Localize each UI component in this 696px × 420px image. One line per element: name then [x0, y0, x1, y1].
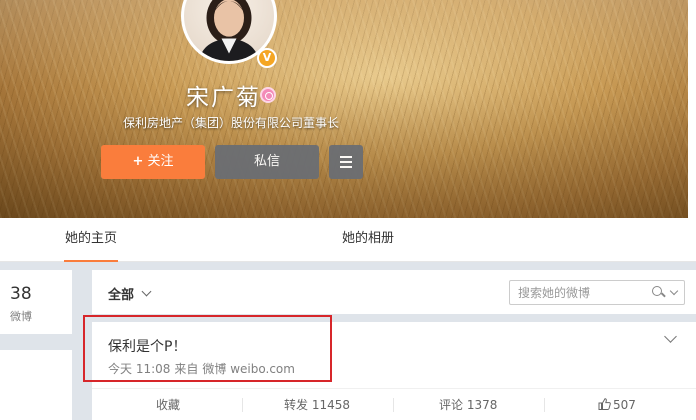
follow-button[interactable]: + 关注: [101, 145, 205, 179]
feed-filter-bar: 全部: [92, 270, 696, 314]
female-gender-icon: [260, 87, 276, 103]
tab-album[interactable]: 她的相册: [342, 218, 394, 262]
action-divider: [544, 398, 545, 412]
favorite-button[interactable]: 收藏: [156, 389, 180, 420]
hamburger-icon: [340, 156, 352, 168]
left-sidebar-card: [0, 350, 72, 420]
post-time[interactable]: 今天 11:08: [108, 362, 170, 376]
chevron-down-icon[interactable]: [141, 286, 152, 297]
profile-tabbar: 她的主页 她的相册: [0, 218, 696, 262]
profile-name: 宋广菊: [186, 85, 261, 111]
plus-icon: +: [132, 154, 144, 169]
weibo-count-label: 微博: [10, 310, 32, 323]
action-divider: [393, 398, 394, 412]
filter-all-dropdown[interactable]: 全部: [108, 284, 134, 303]
weibo-count: 38: [10, 284, 32, 304]
post-meta: 今天 11:08 来自 微博 weibo.com: [108, 360, 299, 377]
like-button[interactable]: 507: [598, 389, 636, 420]
verified-icon: V: [257, 48, 277, 68]
thumbs-up-icon: [598, 398, 611, 410]
search-options-chevron-icon[interactable]: [669, 286, 679, 296]
more-menu-button[interactable]: [329, 145, 363, 179]
action-divider: [242, 398, 243, 412]
post-action-bar: 收藏 转发 11458 评论 1378 507: [92, 388, 696, 420]
cover-edge: [688, 0, 696, 218]
message-button[interactable]: 私信: [215, 145, 319, 179]
follow-label: 关注: [147, 154, 174, 169]
tab-home[interactable]: 她的主页: [64, 218, 119, 262]
weibo-count-card[interactable]: 38 微博: [0, 270, 72, 334]
like-count: 507: [613, 398, 636, 412]
cover-banner: [0, 0, 696, 218]
feed-search-input[interactable]: [510, 281, 650, 304]
comment-button[interactable]: 评论 1378: [439, 389, 497, 420]
post-source-prefix: 来自: [174, 362, 199, 376]
post-expand-chevron-icon[interactable]: [664, 330, 677, 343]
search-icon[interactable]: [652, 286, 664, 298]
profile-title: 保利房地产（集团）股份有限公司董事长: [123, 116, 340, 130]
post-text: 保利是个P！: [108, 339, 187, 355]
repost-button[interactable]: 转发 11458: [284, 389, 350, 420]
post-source[interactable]: 微博 weibo.com: [202, 362, 295, 376]
feed-search-box: [509, 280, 685, 305]
